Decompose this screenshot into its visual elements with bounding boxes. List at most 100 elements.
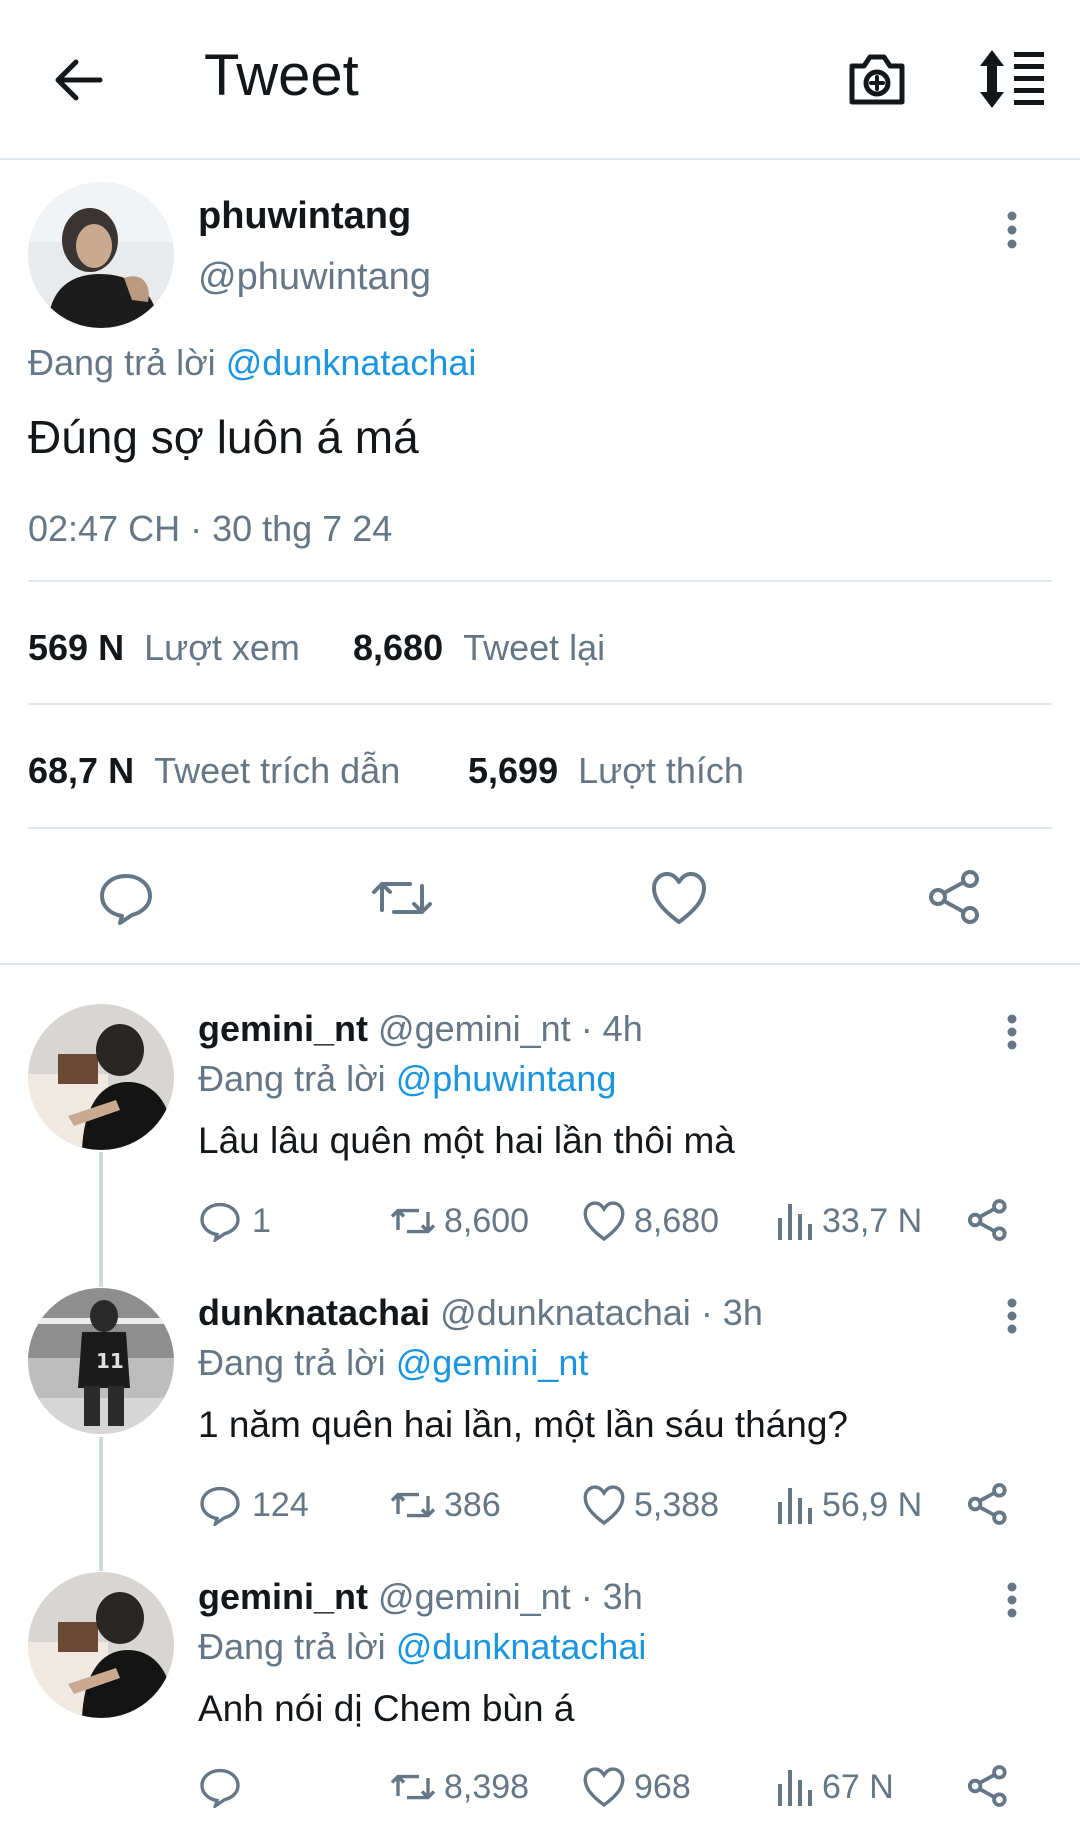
retweet-icon	[390, 1492, 436, 1518]
reply-text: Lâu lâu quên một hai lần thôi mà	[198, 1120, 735, 1161]
views-button[interactable]: 67 N	[776, 1766, 894, 1808]
reply-icon	[200, 1768, 240, 1808]
views-bar-icon	[778, 1770, 812, 1806]
stat-retweets[interactable]: 8,680 Tweet lại	[353, 627, 605, 669]
sort-list-icon[interactable]	[976, 48, 1046, 110]
replying-to: Đang trả lời @dunknatachai	[28, 342, 476, 384]
reply-time: · 4h	[580, 1008, 643, 1049]
more-options-icon[interactable]	[1004, 1298, 1020, 1334]
reply-button[interactable]	[198, 1766, 252, 1808]
share-icon[interactable]	[926, 868, 984, 926]
top-app-bar: Tweet	[0, 0, 1080, 160]
share-icon[interactable]	[966, 1764, 1010, 1808]
replying-to-link[interactable]: @dunknatachai	[226, 342, 477, 383]
reply-time: · 3h	[700, 1292, 763, 1333]
more-options-icon[interactable]	[1004, 210, 1020, 250]
stat-quote-tweets[interactable]: 68,7 N Tweet trích dẫn	[28, 750, 400, 792]
replying-label: Đang trả lời	[198, 1626, 386, 1667]
svg-text:11: 11	[96, 1349, 124, 1373]
stat-value: 8,680	[353, 627, 444, 668]
replying-to-link[interactable]: @gemini_nt	[396, 1342, 589, 1383]
stat-value: 68,7 N	[28, 750, 135, 791]
like-icon	[583, 1485, 625, 1526]
author-display-name[interactable]: phuwintang	[198, 195, 411, 238]
reply-icon	[200, 1202, 240, 1242]
avatar[interactable]	[28, 1004, 174, 1150]
reply-handle[interactable]: @gemini_nt	[378, 1008, 571, 1049]
back-arrow-icon[interactable]	[48, 50, 108, 110]
retweet-button[interactable]: 8,398	[388, 1766, 529, 1808]
replying-to: Đang trả lời @dunknatachai	[198, 1626, 646, 1668]
camera-add-icon[interactable]	[846, 48, 908, 110]
like-icon	[583, 1201, 625, 1242]
reply-time: · 3h	[580, 1576, 643, 1617]
replying-to: Đang trả lời @phuwintang	[198, 1058, 616, 1100]
view-count: 67 N	[822, 1767, 894, 1806]
retweet-button[interactable]: 8,600	[388, 1200, 529, 1242]
view-count: 33,7 N	[822, 1201, 923, 1240]
reply-count: 1	[252, 1201, 271, 1240]
reply-header: dunknatachai @dunknatachai · 3h	[198, 1292, 763, 1334]
stat-views[interactable]: 569 N Lượt xem	[28, 627, 300, 669]
tweet-timestamp: 02:47 CH · 30 thg 7 24	[28, 508, 393, 549]
stat-label: Lượt thích	[578, 750, 744, 791]
retweet-count: 8,398	[444, 1767, 530, 1806]
thread-line	[99, 1152, 103, 1287]
author-handle[interactable]: @phuwintang	[198, 256, 431, 299]
avatar[interactable]	[28, 1572, 174, 1718]
avatar[interactable]	[28, 182, 174, 328]
more-options-icon[interactable]	[1004, 1582, 1020, 1618]
replying-to: Đang trả lời @gemini_nt	[198, 1342, 588, 1384]
divider	[28, 827, 1052, 829]
like-icon[interactable]	[650, 870, 708, 926]
replying-to-link[interactable]: @phuwintang	[396, 1058, 617, 1099]
reply-display-name[interactable]: gemini_nt	[198, 1576, 368, 1617]
views-button[interactable]: 33,7 N	[776, 1200, 922, 1242]
like-button[interactable]: 8,680	[582, 1200, 719, 1242]
retweet-icon[interactable]	[370, 870, 434, 926]
reply-display-name[interactable]: gemini_nt	[198, 1008, 368, 1049]
share-icon[interactable]	[966, 1198, 1010, 1242]
reply-handle[interactable]: @gemini_nt	[378, 1576, 571, 1617]
share-icon[interactable]	[966, 1482, 1010, 1526]
like-button[interactable]: 968	[582, 1766, 691, 1808]
reply-button[interactable]: 124	[198, 1484, 309, 1526]
more-options-icon[interactable]	[1004, 1014, 1020, 1050]
reply-count: 124	[252, 1485, 309, 1524]
stat-likes[interactable]: 5,699 Lượt thích	[468, 750, 744, 792]
like-icon	[583, 1767, 625, 1808]
stat-value: 569 N	[28, 627, 125, 668]
replying-to-link[interactable]: @dunknatachai	[396, 1626, 647, 1667]
reply-header: gemini_nt @gemini_nt · 4h	[198, 1008, 643, 1050]
like-count: 8,680	[634, 1201, 720, 1240]
page-title: Tweet	[204, 43, 359, 108]
stat-value: 5,699	[468, 750, 559, 791]
views-bar-icon	[778, 1204, 812, 1240]
views-bar-icon	[778, 1488, 812, 1524]
stat-label: Tweet trích dẫn	[154, 750, 401, 791]
stat-label: Tweet lại	[463, 627, 606, 668]
retweet-count: 386	[444, 1485, 501, 1524]
reply-text: Anh nói dị Chem bùn á	[198, 1688, 575, 1729]
avatar[interactable]: 11	[28, 1288, 174, 1434]
thread-line	[99, 1437, 103, 1571]
divider	[28, 703, 1052, 705]
reply-display-name[interactable]: dunknatachai	[198, 1292, 430, 1333]
retweet-count: 8,600	[444, 1201, 530, 1240]
reply-header: gemini_nt @gemini_nt · 3h	[198, 1576, 643, 1618]
reply-icon[interactable]	[98, 870, 154, 926]
like-button[interactable]: 5,388	[582, 1484, 719, 1526]
like-count: 968	[634, 1767, 691, 1806]
reply-text: 1 năm quên hai lần, một lần sáu tháng?	[198, 1404, 849, 1445]
tweet-text: Đúng sợ luôn á má	[28, 411, 419, 463]
reply-icon	[200, 1486, 240, 1526]
views-button[interactable]: 56,9 N	[776, 1484, 922, 1526]
reply-button[interactable]: 1	[198, 1200, 271, 1242]
divider	[28, 580, 1052, 582]
retweet-button[interactable]: 386	[388, 1484, 501, 1526]
retweet-icon	[390, 1774, 436, 1800]
replying-label: Đang trả lời	[28, 342, 216, 383]
reply-handle[interactable]: @dunknatachai	[440, 1292, 691, 1333]
replying-label: Đang trả lời	[198, 1342, 386, 1383]
stat-label: Lượt xem	[144, 627, 300, 668]
